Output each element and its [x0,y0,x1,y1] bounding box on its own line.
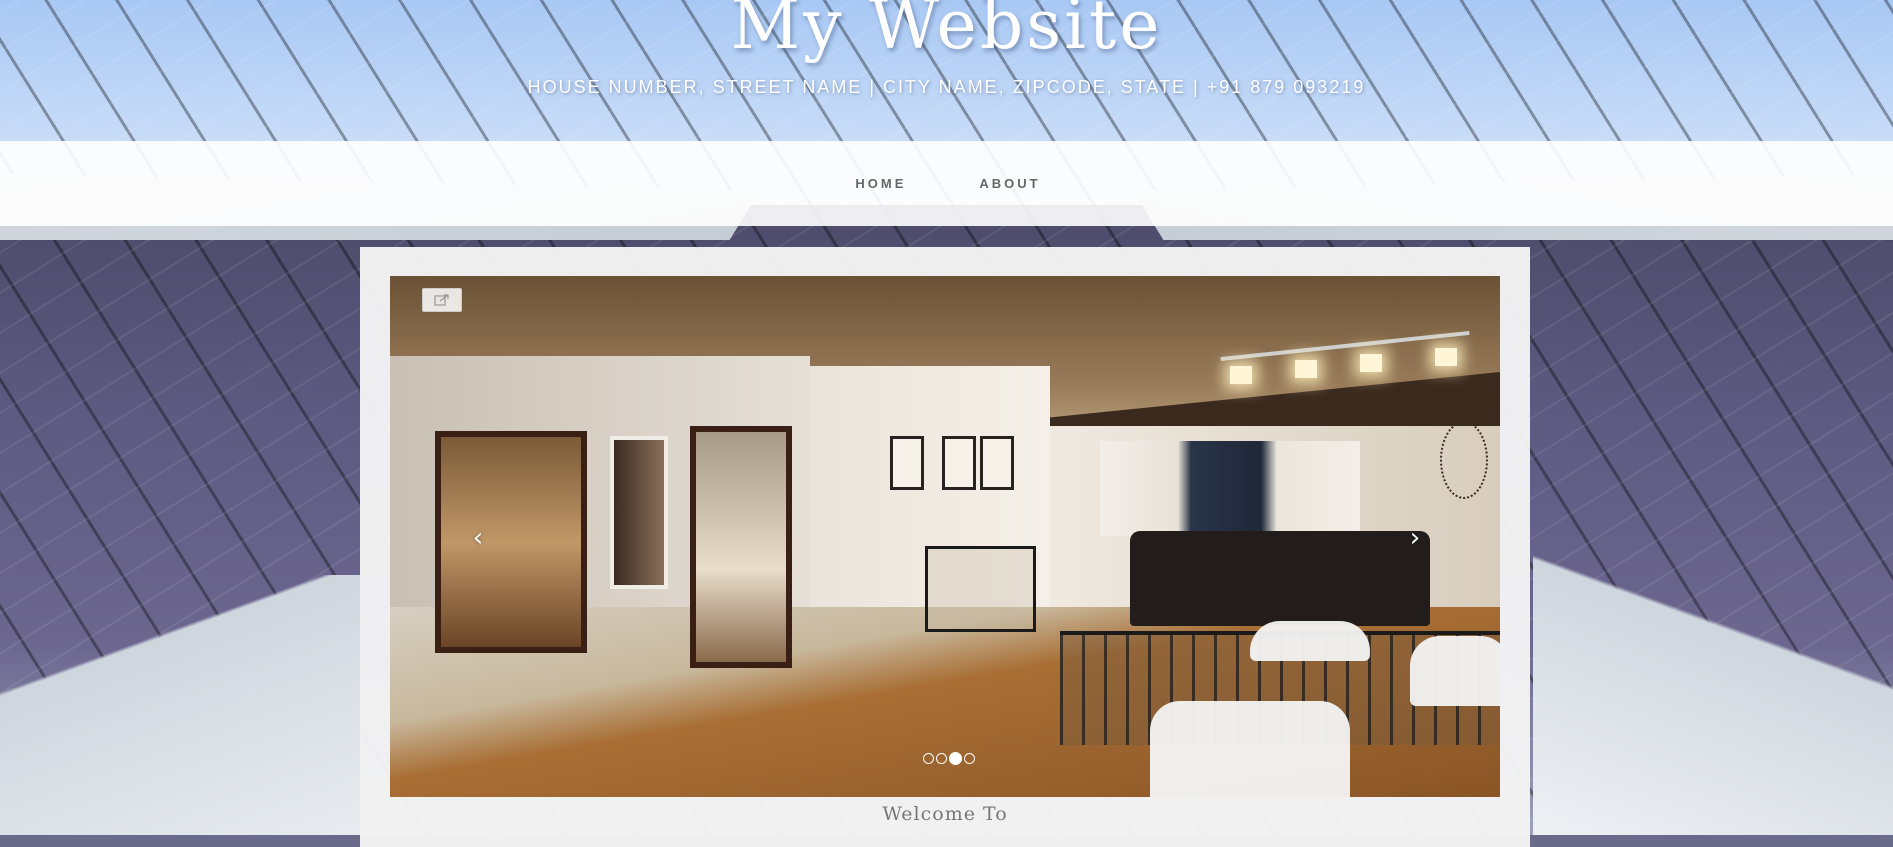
slider-dot-1[interactable] [923,753,934,764]
room-picture-frame [890,436,924,490]
room-mirror [610,436,668,589]
room-door-right [690,426,792,668]
site-address: HOUSE NUMBER, STREET NAME | CITY NAME, Z… [527,77,1366,97]
slider-next-button[interactable]: › [1403,523,1427,553]
room-light [1295,360,1317,378]
slider-dot-2[interactable] [936,753,947,764]
room-sofa [1130,531,1430,626]
floor-left [0,575,360,835]
room-picture-frame [942,436,976,490]
room-shelf [925,546,1036,632]
content-box: ‹ › Welcome To [360,247,1530,847]
edit-slide-button[interactable] [422,288,462,312]
site-header: My Website HOUSE NUMBER, STREET NAME | C… [0,0,1893,141]
room-picture-frame [980,436,1014,490]
nav-item-about[interactable]: ABOUT [976,176,1040,191]
room-door-left [435,431,587,653]
slider-dot-4[interactable] [964,753,975,764]
room-chair [1250,621,1370,661]
main-nav: HOME ABOUT [0,141,1893,226]
slider-pagination [923,752,975,765]
slide-image-living-room [390,276,1500,797]
site-title: My Website [730,0,1163,65]
nav-item-home[interactable]: HOME [852,176,906,191]
room-wall-clock [1440,421,1488,499]
slider-dot-3-active[interactable] [949,752,962,765]
room-light [1360,354,1382,372]
room-light [1230,366,1252,384]
edit-external-icon [434,294,449,306]
image-slider[interactable]: ‹ › [390,276,1500,797]
slider-prev-button[interactable]: ‹ [466,523,490,553]
room-chair [1150,701,1350,797]
room-light [1435,348,1457,366]
room-window [1100,441,1360,536]
floor-right [1533,535,1893,835]
room-chair [1410,636,1500,706]
welcome-heading: Welcome To [882,803,1008,825]
